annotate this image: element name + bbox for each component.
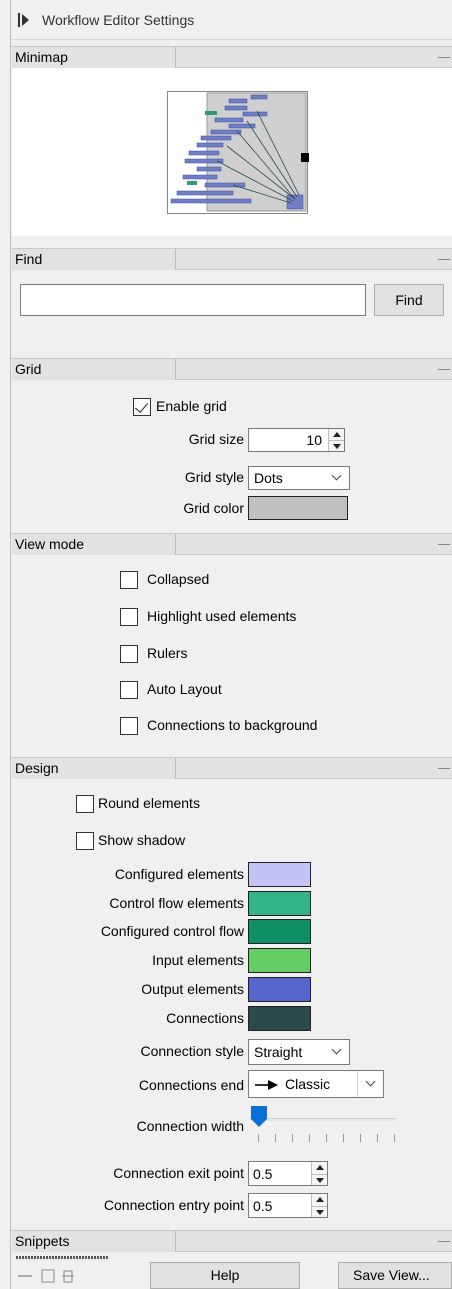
entry-point-spinner[interactable]: 0.5	[248, 1193, 328, 1218]
section-header-view-mode[interactable]: View mode	[12, 533, 452, 555]
highlight-used-label: Highlight used elements	[147, 608, 297, 624]
highlight-used-checkbox[interactable]	[120, 608, 138, 626]
configured-elements-label: Configured elements	[114, 866, 244, 882]
rulers-checkbox[interactable]	[120, 645, 138, 663]
output-elements-swatch[interactable]	[248, 977, 311, 1002]
connections-background-label: Connections to background	[147, 717, 318, 733]
slider-ticks	[258, 1134, 396, 1142]
connections-color-label: Connections	[166, 1010, 244, 1026]
section-header-minimap[interactable]: Minimap	[12, 46, 452, 68]
grid-style-label: Grid style	[184, 469, 244, 485]
panel-toggle-icon[interactable]	[18, 13, 20, 27]
grid-size-value: 10	[306, 432, 322, 448]
section-header-snippets[interactable]: Snippets	[12, 1230, 452, 1252]
enable-grid-checkbox[interactable]	[133, 398, 151, 416]
panel-left-border	[10, 0, 11, 1289]
configured-control-flow-label: Configured control flow	[100, 923, 244, 939]
grid-size-label: Grid size	[188, 431, 244, 447]
footer-drag-handle[interactable]	[16, 1256, 108, 1259]
help-button[interactable]: Help	[150, 1262, 300, 1289]
collapse-dash-icon[interactable]	[438, 1241, 450, 1242]
entry-point-label: Connection entry point	[103, 1197, 244, 1213]
section-title-minimap: Minimap	[15, 49, 68, 65]
find-input[interactable]	[20, 284, 366, 316]
grid-size-spinner[interactable]: 10	[248, 428, 345, 452]
input-elements-swatch[interactable]	[248, 948, 311, 973]
slider-thumb[interactable]	[250, 1106, 268, 1128]
footer-pin-icon[interactable]	[62, 1270, 74, 1283]
collapse-dash-icon[interactable]	[438, 259, 450, 260]
collapse-dash-icon[interactable]	[438, 544, 450, 545]
control-flow-elements-swatch[interactable]	[248, 891, 311, 916]
exit-point-spinner[interactable]: 0.5	[248, 1161, 328, 1186]
control-flow-elements-label: Control flow elements	[109, 895, 244, 911]
save-view-button[interactable]: Save View...	[338, 1262, 452, 1289]
input-elements-label: Input elements	[152, 952, 244, 968]
show-shadow-checkbox[interactable]	[76, 832, 94, 850]
connections-background-checkbox[interactable]	[120, 717, 138, 735]
footer-bar: Help Save View...	[12, 1252, 452, 1289]
grid-style-select[interactable]: Dots	[248, 466, 350, 490]
output-elements-label: Output elements	[141, 981, 244, 997]
round-elements-checkbox[interactable]	[76, 795, 94, 813]
section-header-grid[interactable]: Grid	[12, 358, 452, 380]
panel-title-bar[interactable]: Workflow Editor Settings	[12, 0, 452, 40]
slider-track	[250, 1118, 396, 1121]
spin-up-icon[interactable]	[311, 1162, 327, 1174]
connections-end-select[interactable]: Classic	[248, 1070, 384, 1098]
exit-point-label: Connection exit point	[113, 1165, 244, 1181]
entry-point-value: 0.5	[253, 1198, 273, 1214]
connection-style-select[interactable]: Straight	[248, 1039, 350, 1065]
section-header-find[interactable]: Find	[12, 248, 452, 270]
panel-title: Workflow Editor Settings	[42, 12, 195, 28]
connection-width-label: Connection width	[136, 1118, 244, 1134]
chevron-down-icon	[331, 1044, 342, 1055]
collapsed-checkbox[interactable]	[120, 571, 138, 589]
configured-control-flow-swatch[interactable]	[248, 919, 311, 944]
round-elements-label: Round elements	[98, 795, 200, 811]
arrow-right-icon	[255, 1080, 278, 1090]
configured-elements-swatch[interactable]	[248, 862, 311, 887]
spin-down-icon[interactable]	[311, 1206, 327, 1217]
chevron-down-icon	[365, 1076, 376, 1087]
show-shadow-label: Show shadow	[98, 832, 186, 848]
spin-down-icon[interactable]	[311, 1174, 327, 1185]
auto-layout-checkbox[interactable]	[120, 681, 138, 699]
minimap-area	[12, 68, 452, 236]
connections-end-label: Connections end	[138, 1077, 244, 1093]
section-title-grid: Grid	[15, 361, 42, 377]
collapse-dash-icon[interactable]	[438, 57, 450, 58]
connection-style-label: Connection style	[140, 1043, 244, 1059]
connections-color-swatch[interactable]	[248, 1006, 311, 1031]
collapse-dash-icon[interactable]	[438, 369, 450, 370]
spin-up-icon[interactable]	[311, 1194, 327, 1206]
find-button[interactable]: Find	[374, 284, 444, 316]
footer-folder-icon[interactable]	[41, 1269, 55, 1283]
exit-point-value: 0.5	[253, 1166, 273, 1182]
section-header-design[interactable]: Design	[12, 757, 452, 779]
enable-grid-label: Enable grid	[156, 398, 227, 414]
grid-color-swatch[interactable]	[248, 496, 348, 520]
section-title-view-mode: View mode	[15, 536, 85, 552]
grid-color-label: Grid color	[183, 500, 244, 516]
collapsed-label: Collapsed	[147, 571, 210, 587]
spin-up-icon[interactable]	[328, 429, 344, 440]
spin-down-icon[interactable]	[328, 440, 344, 451]
expand-triangle-icon[interactable]	[22, 14, 29, 26]
section-title-design: Design	[15, 760, 59, 776]
auto-layout-label: Auto Layout	[147, 681, 222, 697]
section-title-find: Find	[15, 251, 43, 267]
minimap-preview[interactable]	[167, 91, 312, 216]
chevron-down-icon	[331, 470, 342, 481]
rulers-label: Rulers	[147, 645, 188, 661]
section-title-snippets: Snippets	[15, 1233, 70, 1249]
collapse-dash-icon[interactable]	[438, 768, 450, 769]
connection-width-slider[interactable]	[250, 1104, 398, 1144]
